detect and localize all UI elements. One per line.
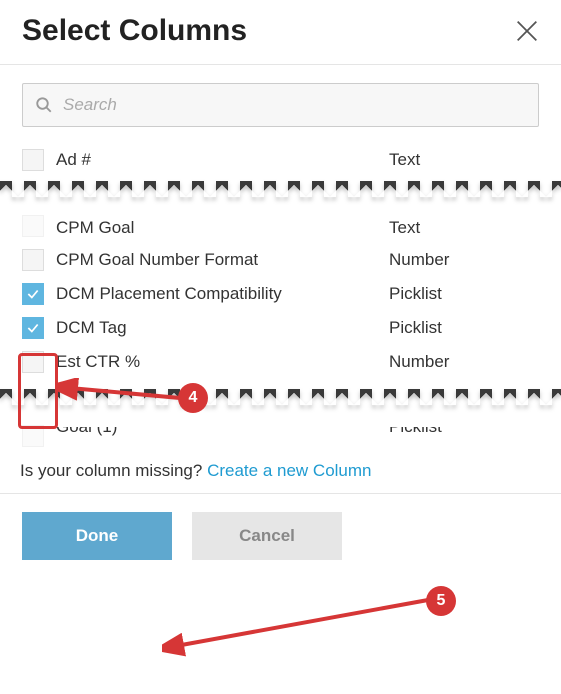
footer-prompt-text: Is your column missing? <box>20 461 207 480</box>
row-label: DCM Tag <box>56 318 389 338</box>
row-type: Picklist <box>389 318 539 338</box>
row-type: Picklist <box>389 427 539 445</box>
search-container <box>0 65 561 137</box>
done-button[interactable]: Done <box>22 512 172 560</box>
column-row[interactable]: Ad # Text <box>0 143 561 177</box>
column-row[interactable]: DCM Tag Picklist <box>0 311 561 345</box>
close-icon <box>513 17 541 45</box>
content-break-top <box>0 181 561 197</box>
dialog-header: Select Columns <box>0 0 561 65</box>
row-label: CPM Goal <box>56 216 389 236</box>
cancel-button[interactable]: Cancel <box>192 512 342 560</box>
row-type: Picklist <box>389 284 539 304</box>
column-list-section-2: CPM Goal Text CPM Goal Number Format Num… <box>0 209 561 379</box>
column-list-section-1: Ad # Text <box>0 143 561 177</box>
column-row[interactable]: CPM Goal Number Format Number <box>0 243 561 277</box>
annotation-callout-4: 4 <box>178 383 208 413</box>
row-label: Ad # <box>56 150 389 170</box>
row-checkbox[interactable] <box>22 283 44 305</box>
callout-number: 5 <box>437 592 446 610</box>
row-label: CPM Goal Number Format <box>56 250 389 270</box>
search-box[interactable] <box>22 83 539 127</box>
row-checkbox[interactable] <box>22 215 44 237</box>
row-label: DCM Placement Compatibility <box>56 284 389 304</box>
row-type: Text <box>389 216 539 236</box>
callout-number: 4 <box>189 389 198 407</box>
column-row-partial: CPM Goal Text <box>0 209 561 243</box>
annotation-arrow-5 <box>162 590 442 658</box>
column-row[interactable]: DCM Placement Compatibility Picklist <box>0 277 561 311</box>
row-checkbox[interactable] <box>22 351 44 373</box>
content-break-bottom <box>0 389 561 405</box>
search-icon <box>35 96 53 114</box>
column-row[interactable]: Est CTR % Number <box>0 345 561 379</box>
row-checkbox[interactable] <box>22 249 44 271</box>
close-button[interactable] <box>513 17 541 45</box>
column-row-partial: Goal (1) Picklist <box>0 419 561 453</box>
annotation-callout-5: 5 <box>426 586 456 616</box>
row-type: Text <box>389 150 539 170</box>
select-columns-dialog: Select Columns Ad # Text <box>0 0 561 578</box>
row-type: Number <box>389 352 539 372</box>
row-label: Est CTR % <box>56 352 389 372</box>
dialog-footer: Done Cancel <box>0 494 561 578</box>
row-checkbox[interactable] <box>22 425 44 447</box>
row-type: Number <box>389 250 539 270</box>
create-column-link[interactable]: Create a new Column <box>207 461 371 480</box>
row-checkbox[interactable] <box>22 317 44 339</box>
row-checkbox[interactable] <box>22 149 44 171</box>
column-list-section-3: Goal (1) Picklist <box>0 419 561 453</box>
dialog-title: Select Columns <box>22 14 247 48</box>
footer-prompt: Is your column missing? Create a new Col… <box>0 453 561 494</box>
search-input[interactable] <box>61 94 526 116</box>
row-label: Goal (1) <box>56 427 389 445</box>
